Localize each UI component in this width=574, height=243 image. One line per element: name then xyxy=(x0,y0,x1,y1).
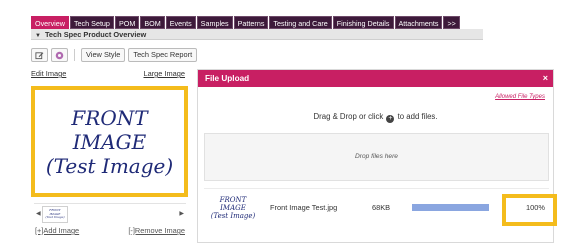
tab-attachments[interactable]: Attachments xyxy=(394,16,443,29)
tab-more[interactable]: >> xyxy=(443,16,460,29)
file-upload-dialog: File Upload × Allowed File Types Drag & … xyxy=(197,69,554,243)
toolbar-divider xyxy=(74,49,75,61)
drag-drop-prefix: Drag & Drop or click xyxy=(313,112,384,121)
front-image[interactable]: FRONT IMAGE (Test Image) xyxy=(31,86,188,197)
tab-pom[interactable]: POM xyxy=(114,16,140,29)
settings-button[interactable] xyxy=(51,48,68,62)
tab-bom[interactable]: BOM xyxy=(140,16,165,29)
scroll-left-icon[interactable]: ◀ xyxy=(36,210,41,217)
file-thumbnail: FRONT IMAGE (Test Image) xyxy=(208,191,258,225)
percent-highlight xyxy=(502,194,557,226)
add-image-link[interactable]: [+]Add Image xyxy=(35,226,79,235)
drag-drop-suffix: to add files. xyxy=(397,112,438,121)
tab-bar: Overview Tech Setup POM BOM Events Sampl… xyxy=(31,16,460,29)
edit-image-link[interactable]: Edit Image xyxy=(31,69,66,78)
file-thumbnail-text: FRONT IMAGE (Test Image) xyxy=(210,196,256,220)
view-style-button[interactable]: View Style xyxy=(81,48,126,62)
drag-drop-instructions: Drag & Drop or click + to add files. xyxy=(198,112,553,123)
caret-down-icon: ▼ xyxy=(35,33,41,39)
close-icon[interactable]: × xyxy=(543,70,548,87)
tab-finishing-details[interactable]: Finishing Details xyxy=(332,16,394,29)
large-image-link[interactable]: Large Image xyxy=(144,69,186,78)
drop-zone-hint: Drop files here xyxy=(355,153,398,160)
file-name: Front Image Test.jpg xyxy=(270,203,338,212)
scroll-right-icon[interactable]: ▶ xyxy=(179,210,184,217)
thumbnail-text: FRONT IMAGE (Test Image) xyxy=(45,208,65,220)
dialog-header: File Upload × xyxy=(198,70,553,87)
edit-button[interactable] xyxy=(31,48,48,62)
gear-icon xyxy=(55,51,64,59)
upload-progress-bar xyxy=(412,204,489,211)
tab-events[interactable]: Events xyxy=(165,16,196,29)
tab-samples[interactable]: Samples xyxy=(196,16,233,29)
edit-icon xyxy=(35,51,44,59)
file-size: 68KB xyxy=(372,203,391,212)
dialog-title: File Upload xyxy=(205,74,250,83)
allowed-file-types-link[interactable]: Allowed File Types xyxy=(495,94,545,100)
front-image-text: FRONT IMAGE (Test Image) xyxy=(45,105,174,178)
upload-progress-fill xyxy=(412,204,489,211)
toolbar: View Style Tech Spec Report xyxy=(31,48,198,62)
image-links: Edit Image Large Image xyxy=(31,69,185,79)
tab-overview[interactable]: Overview xyxy=(31,16,69,29)
image-actions: [+]Add Image [-]Remove Image xyxy=(31,226,187,236)
section-title: Tech Spec Product Overview xyxy=(44,30,147,39)
tab-patterns[interactable]: Patterns xyxy=(233,16,269,29)
image-thumbnail[interactable]: FRONT IMAGE (Test Image) xyxy=(42,206,68,223)
uploaded-file-row: FRONT IMAGE (Test Image) Front Image Tes… xyxy=(204,188,549,226)
drop-zone[interactable]: Drop files here xyxy=(204,133,549,181)
thumbnail-strip: ◀ FRONT IMAGE (Test Image) ▶ xyxy=(34,203,186,223)
add-file-icon[interactable]: + xyxy=(386,115,395,123)
remove-image-link[interactable]: [-]Remove Image xyxy=(128,226,185,235)
section-header[interactable]: ▼ Tech Spec Product Overview xyxy=(31,29,483,40)
tab-testing-and-care[interactable]: Testing and Care xyxy=(269,16,332,29)
tech-spec-report-button[interactable]: Tech Spec Report xyxy=(128,48,198,62)
tab-tech-setup[interactable]: Tech Setup xyxy=(69,16,114,29)
